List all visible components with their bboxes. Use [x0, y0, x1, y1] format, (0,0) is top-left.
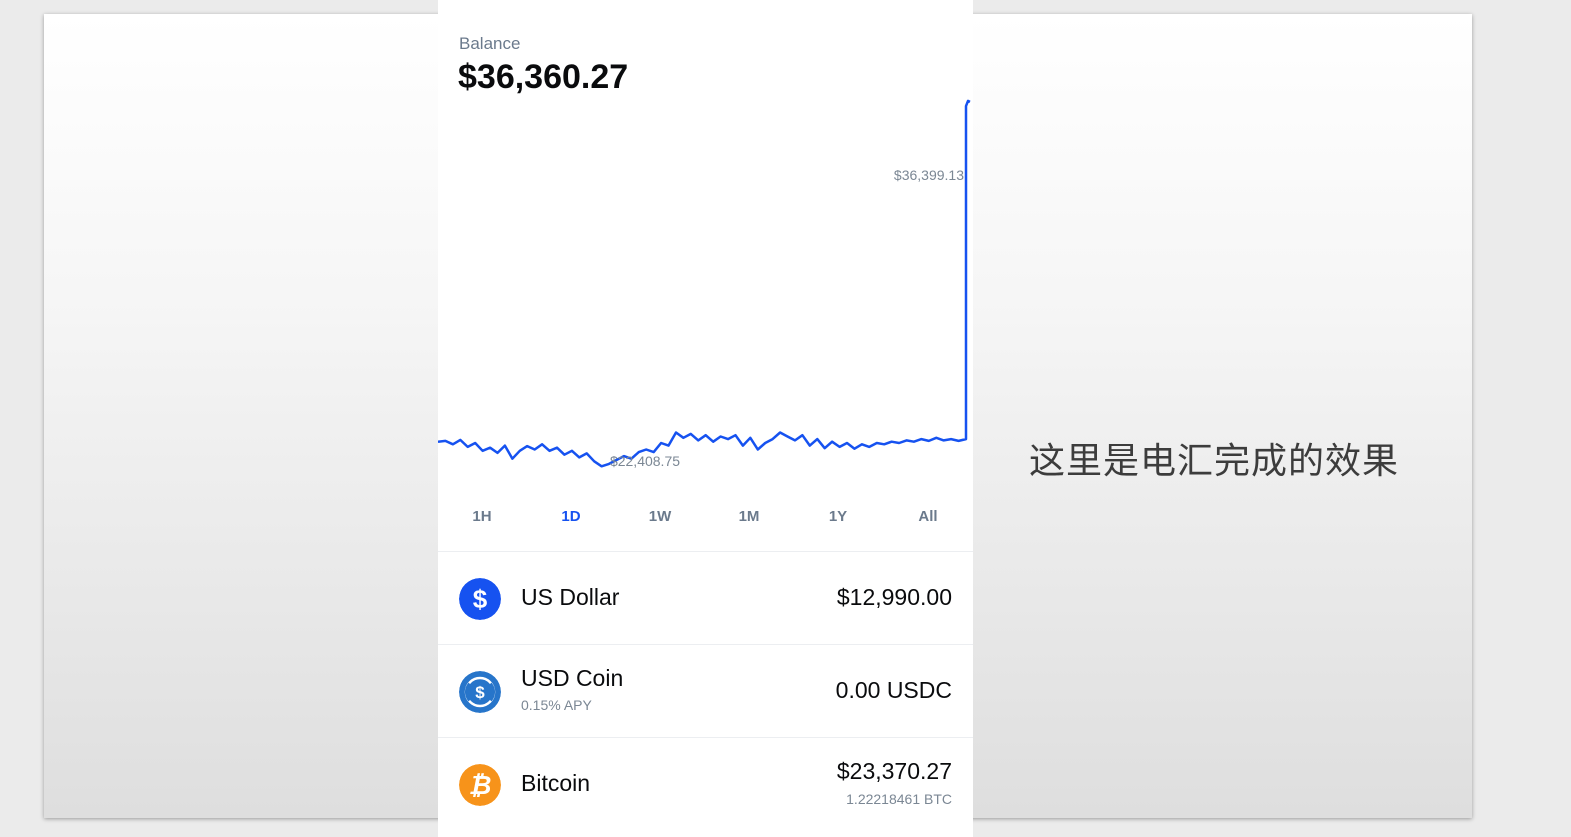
phone-screen: Balance $36,360.27 $36,399.13 $22,408.75… [438, 0, 973, 837]
asset-sub: 0.15% APY [521, 697, 592, 713]
asset-list: $ US Dollar $12,990.00 $ USD Coin 0.15% … [438, 551, 973, 830]
dollar-icon: $ [459, 578, 501, 620]
asset-row-us-dollar[interactable]: $ US Dollar $12,990.00 [438, 551, 973, 644]
asset-value: 0.00 USDC [835, 677, 952, 703]
svg-text:$: $ [475, 683, 485, 702]
usdc-icon: $ [459, 671, 501, 713]
asset-subvalue: 1.22218461 BTC [846, 791, 952, 807]
chart-series-line [438, 99, 971, 468]
range-button-1m[interactable]: 1M [724, 508, 774, 525]
range-button-1h[interactable]: 1H [457, 508, 507, 525]
balance-chart[interactable]: $36,399.13 $22,408.75 [438, 0, 973, 490]
range-button-all[interactable]: All [903, 508, 953, 525]
bitcoin-icon: ₿ [459, 764, 501, 806]
slide-caption: 这里是电汇完成的效果 [1029, 441, 1400, 482]
asset-row-usd-coin[interactable]: $ USD Coin 0.15% APY 0.00 USDC [438, 644, 973, 737]
chart-low-label: $22,408.75 [610, 453, 680, 469]
range-button-1d[interactable]: 1D [546, 508, 596, 525]
asset-value: $23,370.27 [836, 758, 952, 784]
asset-name: USD Coin [521, 665, 624, 691]
range-button-1y[interactable]: 1Y [813, 508, 863, 525]
asset-name: US Dollar [521, 584, 620, 610]
range-button-1w[interactable]: 1W [635, 508, 685, 525]
svg-text:₿: ₿ [469, 770, 492, 800]
asset-name: Bitcoin [521, 770, 591, 796]
asset-row-bitcoin[interactable]: ₿ Bitcoin $23,370.27 1.22218461 BTC [438, 737, 973, 830]
svg-text:$: $ [473, 584, 488, 614]
chart-high-label: $36,399.13 [894, 167, 964, 183]
asset-value: $12,990.00 [836, 584, 952, 610]
time-range-selector: 1H 1D 1W 1M 1Y All [438, 508, 973, 536]
